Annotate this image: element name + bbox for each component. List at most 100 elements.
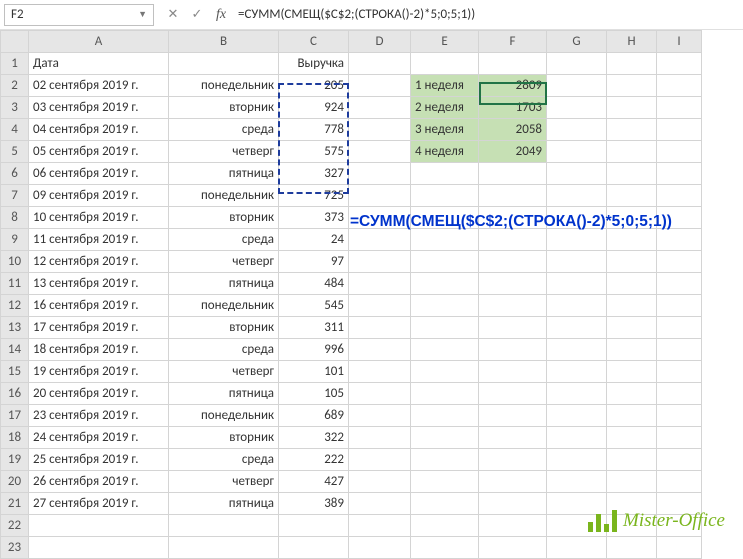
cell-F4[interactable]: 2058 [479, 119, 547, 141]
row-header[interactable]: 16 [1, 383, 29, 405]
cell-D20[interactable] [349, 471, 411, 493]
cell-D22[interactable] [349, 515, 411, 537]
cell-H1[interactable] [607, 53, 657, 75]
cell-A4[interactable]: 04 сентября 2019 г. [29, 119, 169, 141]
row-header[interactable]: 8 [1, 207, 29, 229]
cell-C21[interactable]: 389 [279, 493, 349, 515]
cell-I7[interactable] [657, 185, 702, 207]
cell-A18[interactable]: 24 сентября 2019 г. [29, 427, 169, 449]
cell-B14[interactable]: среда [169, 339, 279, 361]
cell-G1[interactable] [547, 53, 607, 75]
cell-F3[interactable]: 1703 [479, 97, 547, 119]
cell-B6[interactable]: пятница [169, 163, 279, 185]
worksheet-grid[interactable]: A B C D E F G H I 1ДатаВыручка202 сентяб… [0, 30, 702, 559]
cell-I11[interactable] [657, 273, 702, 295]
cell-F21[interactable] [479, 493, 547, 515]
cell-G5[interactable] [547, 141, 607, 163]
cell-F9[interactable] [479, 229, 547, 251]
cell-D23[interactable] [349, 537, 411, 559]
cell-F16[interactable] [479, 383, 547, 405]
cell-I5[interactable] [657, 141, 702, 163]
name-box[interactable]: F2 ▼ [4, 4, 154, 26]
cell-B11[interactable]: пятница [169, 273, 279, 295]
formula-input[interactable]: =СУММ(СМЕЩ($C$2;(СТРОКА()-2)*5;0;5;1)) [232, 7, 743, 22]
cell-C20[interactable]: 427 [279, 471, 349, 493]
cell-D13[interactable] [349, 317, 411, 339]
cell-H12[interactable] [607, 295, 657, 317]
cell-I23[interactable] [657, 537, 702, 559]
row-header[interactable]: 2 [1, 75, 29, 97]
cell-F23[interactable] [479, 537, 547, 559]
cell-D7[interactable] [349, 185, 411, 207]
row-header[interactable]: 9 [1, 229, 29, 251]
cell-A20[interactable]: 26 сентября 2019 г. [29, 471, 169, 493]
cell-C3[interactable]: 924 [279, 97, 349, 119]
row-header[interactable]: 15 [1, 361, 29, 383]
cell-G23[interactable] [547, 537, 607, 559]
cell-B23[interactable] [169, 537, 279, 559]
cell-F13[interactable] [479, 317, 547, 339]
row-header[interactable]: 1 [1, 53, 29, 75]
row-header[interactable]: 18 [1, 427, 29, 449]
row-header[interactable]: 10 [1, 251, 29, 273]
cell-C6[interactable]: 327 [279, 163, 349, 185]
cell-C11[interactable]: 484 [279, 273, 349, 295]
cell-D3[interactable] [349, 97, 411, 119]
cell-D9[interactable] [349, 229, 411, 251]
cell-E17[interactable] [411, 405, 479, 427]
cell-A8[interactable]: 10 сентября 2019 г. [29, 207, 169, 229]
cell-D5[interactable] [349, 141, 411, 163]
cell-D2[interactable] [349, 75, 411, 97]
cell-A13[interactable]: 17 сентября 2019 г. [29, 317, 169, 339]
cell-D17[interactable] [349, 405, 411, 427]
cell-B15[interactable]: четверг [169, 361, 279, 383]
cell-E20[interactable] [411, 471, 479, 493]
cell-A14[interactable]: 18 сентября 2019 г. [29, 339, 169, 361]
cell-D12[interactable] [349, 295, 411, 317]
cell-I3[interactable] [657, 97, 702, 119]
cell-D10[interactable] [349, 251, 411, 273]
cancel-icon[interactable]: ✕ [162, 4, 184, 26]
cell-A9[interactable]: 11 сентября 2019 г. [29, 229, 169, 251]
cell-A21[interactable]: 27 сентября 2019 г. [29, 493, 169, 515]
row-header[interactable]: 4 [1, 119, 29, 141]
cell-H3[interactable] [607, 97, 657, 119]
cell-F7[interactable] [479, 185, 547, 207]
cell-H23[interactable] [607, 537, 657, 559]
cell-I4[interactable] [657, 119, 702, 141]
cell-B17[interactable]: понедельник [169, 405, 279, 427]
row-header[interactable]: 21 [1, 493, 29, 515]
col-header-I[interactable]: I [657, 31, 702, 53]
col-header-H[interactable]: H [607, 31, 657, 53]
cell-H17[interactable] [607, 405, 657, 427]
cell-G19[interactable] [547, 449, 607, 471]
row-header[interactable]: 22 [1, 515, 29, 537]
cell-C5[interactable]: 575 [279, 141, 349, 163]
cell-G10[interactable] [547, 251, 607, 273]
cell-B10[interactable]: четверг [169, 251, 279, 273]
cell-E3[interactable]: 2 неделя [411, 97, 479, 119]
cell-A6[interactable]: 06 сентября 2019 г. [29, 163, 169, 185]
cell-C4[interactable]: 778 [279, 119, 349, 141]
cell-C8[interactable]: 373 [279, 207, 349, 229]
cell-I20[interactable] [657, 471, 702, 493]
cell-A23[interactable] [29, 537, 169, 559]
row-header[interactable]: 13 [1, 317, 29, 339]
cell-B18[interactable]: вторник [169, 427, 279, 449]
cell-G6[interactable] [547, 163, 607, 185]
cell-G11[interactable] [547, 273, 607, 295]
cell-F14[interactable] [479, 339, 547, 361]
col-header-C[interactable]: C [279, 31, 349, 53]
cell-C19[interactable]: 222 [279, 449, 349, 471]
cell-G3[interactable] [547, 97, 607, 119]
col-header-A[interactable]: A [29, 31, 169, 53]
cell-D6[interactable] [349, 163, 411, 185]
cell-B21[interactable]: пятница [169, 493, 279, 515]
cell-C22[interactable] [279, 515, 349, 537]
cell-E19[interactable] [411, 449, 479, 471]
row-header[interactable]: 14 [1, 339, 29, 361]
cell-B1[interactable] [169, 53, 279, 75]
cell-B16[interactable]: пятница [169, 383, 279, 405]
cell-I6[interactable] [657, 163, 702, 185]
cell-H15[interactable] [607, 361, 657, 383]
